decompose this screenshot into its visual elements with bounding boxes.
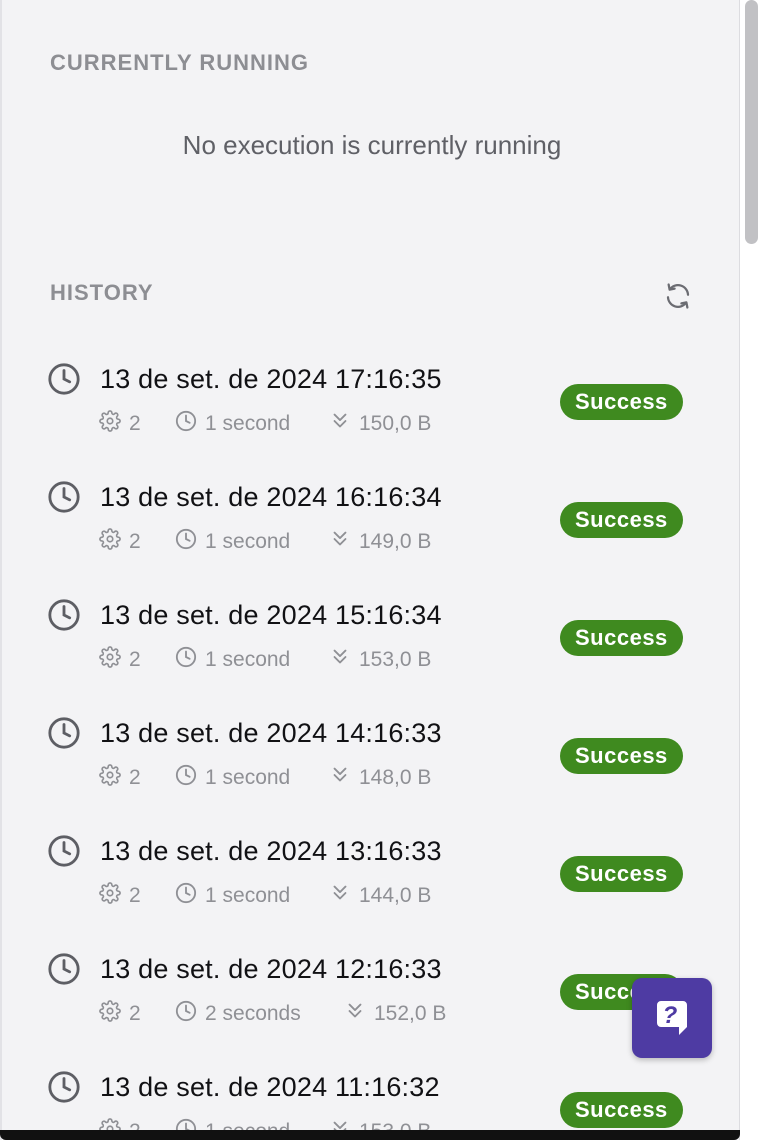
steps-count: 2 (99, 1000, 141, 1028)
data-size: 150,0 B (329, 412, 431, 436)
chevrons-down-icon (329, 764, 359, 792)
clock-small-icon (175, 882, 205, 910)
status-badge: Success (560, 738, 683, 774)
size-value: 153,0 B (359, 648, 432, 671)
clock-icon (47, 952, 81, 986)
steps-value: 2 (129, 648, 141, 671)
clock-small-icon (175, 764, 205, 792)
history-item[interactable]: 13 de set. de 2024 14:16:33 2 1 second 1… (2, 716, 739, 834)
duration-value: 2 seconds (205, 1002, 301, 1025)
data-size: 149,0 B (329, 530, 431, 554)
duration-value: 1 second (205, 648, 291, 671)
duration: 1 second (175, 410, 291, 438)
steps-count: 2 (99, 882, 141, 910)
svg-text:?: ? (663, 1002, 678, 1029)
status-badge: Success (560, 1092, 683, 1128)
chevrons-down-icon (329, 410, 359, 438)
clock-icon (47, 362, 81, 396)
currently-running-title: CURRENTLY RUNNING (50, 50, 310, 75)
gear-icon (99, 528, 129, 556)
steps-value: 2 (129, 766, 141, 789)
status-badge: Success (560, 384, 683, 420)
clock-small-icon (175, 528, 205, 556)
help-chat-icon: ? (657, 1001, 687, 1035)
gear-icon (99, 882, 129, 910)
clock-icon (47, 480, 81, 514)
clock-small-icon (175, 1000, 205, 1028)
refresh-button[interactable] (662, 280, 694, 312)
status-badge: Success (560, 502, 683, 538)
duration: 2 seconds (175, 1000, 301, 1028)
help-button[interactable]: ? (632, 978, 712, 1058)
size-value: 149,0 B (359, 530, 432, 553)
duration: 1 second (175, 646, 291, 674)
chevrons-down-icon (329, 528, 359, 556)
history-item[interactable]: 13 de set. de 2024 13:16:33 2 1 second 1… (2, 834, 739, 952)
duration: 1 second (175, 764, 291, 792)
gear-icon (99, 764, 129, 792)
execution-date: 13 de set. de 2024 14:16:33 (100, 718, 442, 748)
data-size: 148,0 B (329, 766, 431, 790)
execution-date: 13 de set. de 2024 15:16:34 (100, 600, 442, 630)
execution-date: 13 de set. de 2024 12:16:33 (100, 954, 442, 984)
steps-value: 2 (129, 530, 141, 553)
duration-value: 1 second (205, 766, 291, 789)
data-size: 153,0 B (329, 648, 431, 672)
window-bottom-edge (0, 1130, 740, 1140)
clock-icon (47, 716, 81, 750)
history-item[interactable]: 13 de set. de 2024 17:16:35 2 1 second 1… (2, 362, 739, 480)
execution-date: 13 de set. de 2024 17:16:35 (100, 364, 442, 394)
gear-icon (99, 410, 129, 438)
size-value: 144,0 B (359, 884, 432, 907)
clock-icon (47, 598, 81, 632)
history-item[interactable]: 13 de set. de 2024 15:16:34 2 1 second 1… (2, 598, 739, 716)
gear-icon (99, 1000, 129, 1028)
steps-value: 2 (129, 412, 141, 435)
steps-count: 2 (99, 528, 141, 556)
duration-value: 1 second (205, 530, 291, 553)
clock-icon (47, 834, 81, 868)
data-size: 144,0 B (329, 884, 431, 908)
size-value: 152,0 B (374, 1002, 447, 1025)
size-value: 148,0 B (359, 766, 432, 789)
executions-panel: CURRENTLY RUNNING No execution is curren… (0, 0, 740, 1140)
history-item[interactable]: 13 de set. de 2024 16:16:34 2 1 second 1… (2, 480, 739, 598)
duration-value: 1 second (205, 884, 291, 907)
steps-value: 2 (129, 1002, 141, 1025)
steps-count: 2 (99, 764, 141, 792)
gear-icon (99, 646, 129, 674)
clock-small-icon (175, 410, 205, 438)
status-badge: Success (560, 620, 683, 656)
scrollbar-thumb[interactable] (745, 0, 758, 244)
duration-value: 1 second (205, 412, 291, 435)
duration: 1 second (175, 882, 291, 910)
data-size: 152,0 B (344, 1002, 446, 1026)
duration: 1 second (175, 528, 291, 556)
execution-date: 13 de set. de 2024 16:16:34 (100, 482, 442, 512)
status-badge: Success (560, 856, 683, 892)
steps-value: 2 (129, 884, 141, 907)
chevrons-down-icon (329, 646, 359, 674)
steps-count: 2 (99, 410, 141, 438)
clock-icon (47, 1070, 81, 1104)
execution-date: 13 de set. de 2024 13:16:33 (100, 836, 442, 866)
size-value: 150,0 B (359, 412, 432, 435)
execution-date: 13 de set. de 2024 11:16:32 (100, 1072, 440, 1102)
history-title: HISTORY (50, 280, 154, 305)
history-item[interactable]: 13 de set. de 2024 12:16:33 2 2 seconds … (2, 952, 739, 1070)
no-execution-message: No execution is currently running (182, 130, 562, 160)
chevrons-down-icon (329, 882, 359, 910)
refresh-icon (666, 283, 690, 309)
steps-count: 2 (99, 646, 141, 674)
clock-small-icon (175, 646, 205, 674)
chevrons-down-icon (344, 1000, 374, 1028)
